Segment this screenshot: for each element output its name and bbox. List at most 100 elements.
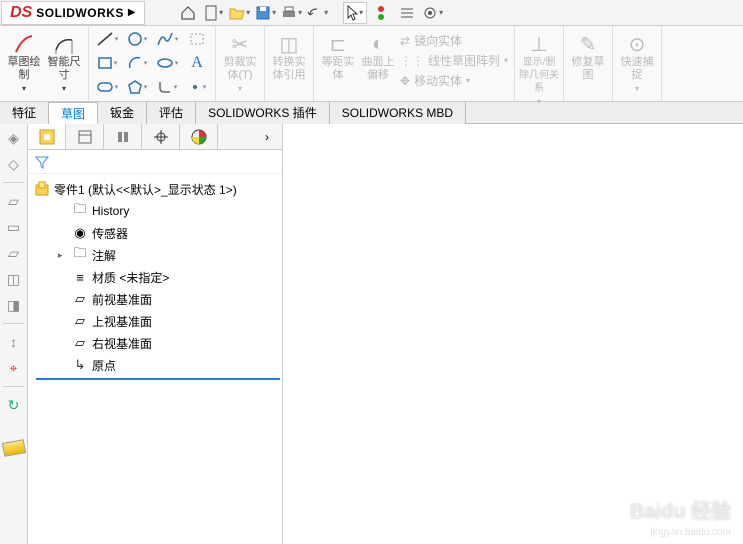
- tab-mbd[interactable]: SOLIDWORKS MBD: [330, 102, 466, 124]
- trim-button[interactable]: ✂剪裁实体(T)▾: [220, 28, 260, 93]
- offset-button[interactable]: ⊏等距实体: [318, 28, 358, 99]
- dimension-icon: [52, 32, 76, 56]
- ptab-appearance[interactable]: [180, 124, 218, 149]
- ribbon: 草图绘制 ▾ 智能尺寸 ▾ A ✂剪裁实体(T)▾ ◫转换实体引用: [0, 26, 743, 102]
- tree-item-origin[interactable]: ↳原点: [50, 354, 280, 376]
- print-button[interactable]: [280, 2, 304, 24]
- pattern-button[interactable]: ⋮⋮线性草图阵列▾: [400, 52, 508, 69]
- text-tool[interactable]: A: [183, 52, 211, 74]
- app-menu-button[interactable]: DS SOLIDWORKS ▶: [1, 1, 145, 25]
- part-icon: [34, 181, 50, 197]
- ribbon-group-sketch: 草图绘制 ▾ 智能尺寸 ▾: [0, 26, 89, 101]
- convert-button[interactable]: ◫转换实体引用: [269, 28, 309, 82]
- ribbon-tabs: 特征 草图 钣金 评估 SOLIDWORKS 插件 SOLIDWORKS MBD: [0, 102, 743, 124]
- select-button[interactable]: [343, 2, 367, 24]
- settings-button[interactable]: [421, 2, 445, 24]
- new-button[interactable]: [202, 2, 226, 24]
- ptab-property[interactable]: [66, 124, 104, 149]
- tree-rollback-bar[interactable]: [36, 378, 280, 380]
- ptab-config[interactable]: [104, 124, 142, 149]
- workspace: ◈ ◇ ▱ ▭ ▱ ◫ ◨ ↕ ⌖ ↻ › 零件1 (默认<<默认>_显示状态: [0, 124, 743, 544]
- undo-button[interactable]: [306, 2, 330, 24]
- tab-features[interactable]: 特征: [0, 102, 49, 124]
- tree-item-history[interactable]: 🗀History: [50, 200, 280, 222]
- lb-measure[interactable]: [1, 439, 25, 457]
- origin-icon: ↳: [72, 357, 88, 373]
- ellipse-tool[interactable]: [153, 52, 181, 74]
- slot-tool[interactable]: [93, 76, 121, 98]
- save-button[interactable]: [254, 2, 278, 24]
- polygon-tool[interactable]: [123, 76, 151, 98]
- ds-logo: DS: [10, 4, 32, 22]
- relations-button[interactable]: ⊥显示/删除几何关系▾: [519, 28, 559, 106]
- lb-view1[interactable]: ◈: [4, 128, 24, 148]
- sketch-button[interactable]: 草图绘制 ▾: [4, 28, 44, 93]
- tree-root[interactable]: 零件1 (默认<<默认>_显示状态 1>): [30, 178, 280, 200]
- tree-item-front-plane[interactable]: ▱前视基准面: [50, 288, 280, 310]
- plane-icon: ▱: [72, 335, 88, 351]
- tab-plugins[interactable]: SOLIDWORKS 插件: [196, 102, 330, 124]
- spline-tool[interactable]: [153, 28, 181, 50]
- lb-origin[interactable]: ⌖: [4, 358, 24, 378]
- lb-iso[interactable]: ▱: [4, 191, 24, 211]
- lb-front[interactable]: ▭: [4, 217, 24, 237]
- lb-section[interactable]: ◨: [4, 295, 24, 315]
- ptab-dimxpert[interactable]: [142, 124, 180, 149]
- face-offset-button[interactable]: ◐曲面上偏移: [358, 28, 398, 99]
- feature-tree: 零件1 (默认<<默认>_显示状态 1>) 🗀History ◉传感器 ▸🗀注解…: [28, 174, 282, 384]
- plane-icon: ▱: [72, 291, 88, 307]
- repair-button[interactable]: ✎修复草图: [568, 28, 608, 82]
- lb-refresh[interactable]: ↻: [4, 395, 24, 415]
- home-button[interactable]: [176, 2, 200, 24]
- rect-tool[interactable]: [93, 52, 121, 74]
- sensor-icon: ◉: [72, 225, 88, 241]
- quick-access-toolbar: [176, 2, 445, 24]
- folder-icon: 🗀: [72, 247, 88, 263]
- tab-evaluate[interactable]: 评估: [147, 102, 196, 124]
- expand-icon[interactable]: ▸: [58, 250, 68, 261]
- rectangle-dashed-tool[interactable]: [183, 28, 211, 50]
- repair-icon: ✎: [580, 32, 597, 56]
- tab-sketch[interactable]: 草图: [49, 102, 98, 124]
- mirror-button[interactable]: ⇄镜向实体: [400, 32, 508, 49]
- tree-item-annotations[interactable]: ▸🗀注解: [50, 244, 280, 266]
- filter-row: [28, 150, 282, 174]
- lb-top[interactable]: ▱: [4, 243, 24, 263]
- options-list-button[interactable]: [395, 2, 419, 24]
- move-button[interactable]: ✥移动实体▾: [400, 72, 508, 89]
- pattern-icon: ⋮⋮: [400, 54, 424, 68]
- tree-item-right-plane[interactable]: ▱右视基准面: [50, 332, 280, 354]
- tree-item-sensors[interactable]: ◉传感器: [50, 222, 280, 244]
- tree-item-top-plane[interactable]: ▱上视基准面: [50, 310, 280, 332]
- left-toolbar: ◈ ◇ ▱ ▭ ▱ ◫ ◨ ↕ ⌖ ↻: [0, 124, 28, 544]
- tree-item-material[interactable]: ≡材质 <未指定>: [50, 266, 280, 288]
- filter-icon[interactable]: [34, 154, 50, 170]
- plane-icon: ▱: [72, 313, 88, 329]
- ptab-feature-tree[interactable]: [28, 124, 66, 149]
- tab-sheetmetal[interactable]: 钣金: [98, 102, 147, 124]
- snap-button[interactable]: ⊙快速捕捉▾: [617, 28, 657, 93]
- line-tool[interactable]: [93, 28, 121, 50]
- folder-icon: 🗀: [72, 203, 88, 219]
- arc-tool[interactable]: [123, 52, 151, 74]
- face-offset-icon: ◐: [372, 32, 384, 56]
- lb-view2[interactable]: ◇: [4, 154, 24, 174]
- move-icon: ✥: [400, 74, 410, 88]
- smart-dimension-button[interactable]: 智能尺寸 ▾: [44, 28, 84, 93]
- lb-dim[interactable]: ↕: [4, 332, 24, 352]
- offset-icon: ⊏: [330, 32, 347, 56]
- feature-manager-panel: › 零件1 (默认<<默认>_显示状态 1>) 🗀History ◉传感器 ▸ 🗀…: [28, 124, 283, 544]
- mirror-icon: ⇄: [400, 34, 410, 48]
- ptab-expand[interactable]: ›: [252, 124, 282, 149]
- material-icon: ≡: [72, 269, 88, 285]
- scissors-icon: ✂: [232, 32, 249, 56]
- graphics-area[interactable]: [283, 124, 743, 544]
- circle-tool[interactable]: [123, 28, 151, 50]
- app-name: SOLIDWORKS: [36, 6, 124, 20]
- fillet-tool[interactable]: [153, 76, 181, 98]
- rebuild-button[interactable]: [369, 2, 393, 24]
- open-button[interactable]: [228, 2, 252, 24]
- lb-right[interactable]: ◫: [4, 269, 24, 289]
- point-tool[interactable]: [183, 76, 211, 98]
- title-bar: DS SOLIDWORKS ▶: [0, 0, 743, 26]
